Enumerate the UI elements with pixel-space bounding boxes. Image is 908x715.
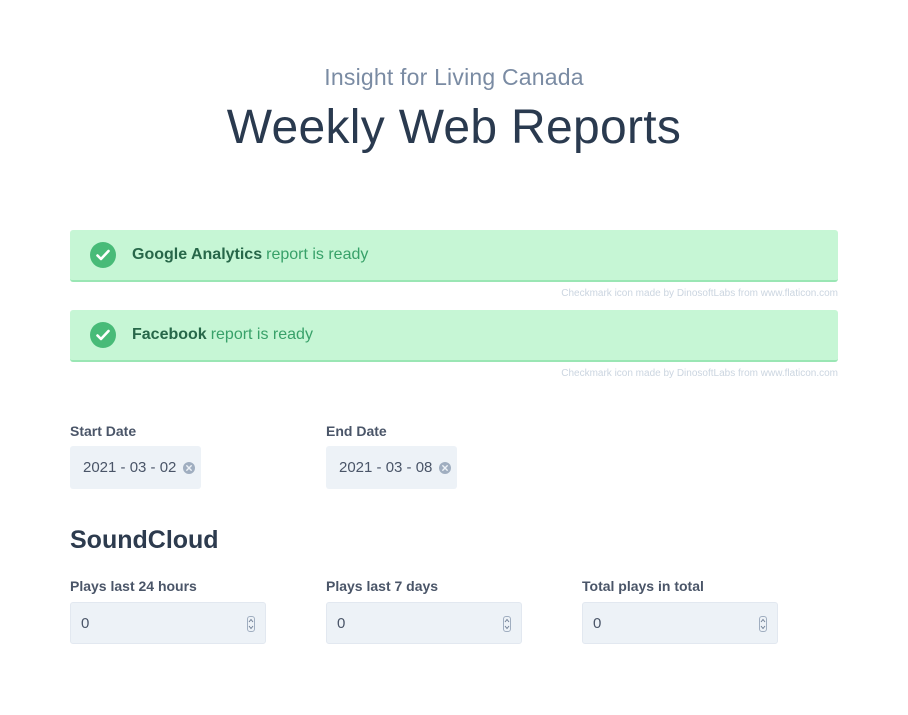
checkmark-icon [90, 242, 116, 268]
start-date-value: 2021 - 03 - 02 [83, 459, 177, 476]
clear-icon[interactable] [439, 461, 452, 474]
alert-source: Facebook [132, 326, 207, 343]
alert-text: Facebook report is ready [132, 326, 313, 344]
total-plays-label: Total plays in total [582, 578, 704, 594]
facebook-alert: Facebook report is ready [70, 310, 838, 362]
alert-message: report is ready [266, 246, 369, 263]
total-plays-value: 0 [593, 614, 602, 632]
icon-credit: Checkmark icon made by DinosoftLabs from… [561, 368, 838, 379]
page-subtitle: Insight for Living Canada [324, 64, 584, 90]
alert-source: Google Analytics [132, 246, 263, 263]
clear-icon[interactable] [183, 461, 196, 474]
number-spinner-icon[interactable] [247, 616, 255, 632]
plays-24h-input[interactable]: 0 [70, 602, 266, 644]
report-page: Insight for Living Canada Weekly Web Rep… [0, 0, 908, 715]
number-spinner-icon[interactable] [503, 616, 511, 632]
plays-24h-label: Plays last 24 hours [70, 578, 197, 594]
start-date-input[interactable]: 2021 - 03 - 02 [70, 446, 201, 489]
plays-7d-value: 0 [337, 614, 346, 632]
google-analytics-alert: Google Analytics report is ready [70, 230, 838, 282]
plays-24h-value: 0 [81, 614, 90, 632]
total-plays-input[interactable]: 0 [582, 602, 778, 644]
end-date-value: 2021 - 03 - 08 [339, 459, 433, 476]
checkmark-icon [90, 322, 116, 348]
end-date-input[interactable]: 2021 - 03 - 08 [326, 446, 457, 489]
page-title: Weekly Web Reports [226, 101, 682, 154]
end-date-label: End Date [326, 423, 387, 439]
alert-message: report is ready [210, 326, 313, 343]
icon-credit: Checkmark icon made by DinosoftLabs from… [561, 288, 838, 299]
plays-7d-input[interactable]: 0 [326, 602, 522, 644]
number-spinner-icon[interactable] [759, 616, 767, 632]
alert-text: Google Analytics report is ready [132, 246, 368, 264]
plays-7d-label: Plays last 7 days [326, 578, 439, 594]
start-date-label: Start Date [70, 423, 137, 439]
soundcloud-heading: SoundCloud [70, 526, 219, 554]
